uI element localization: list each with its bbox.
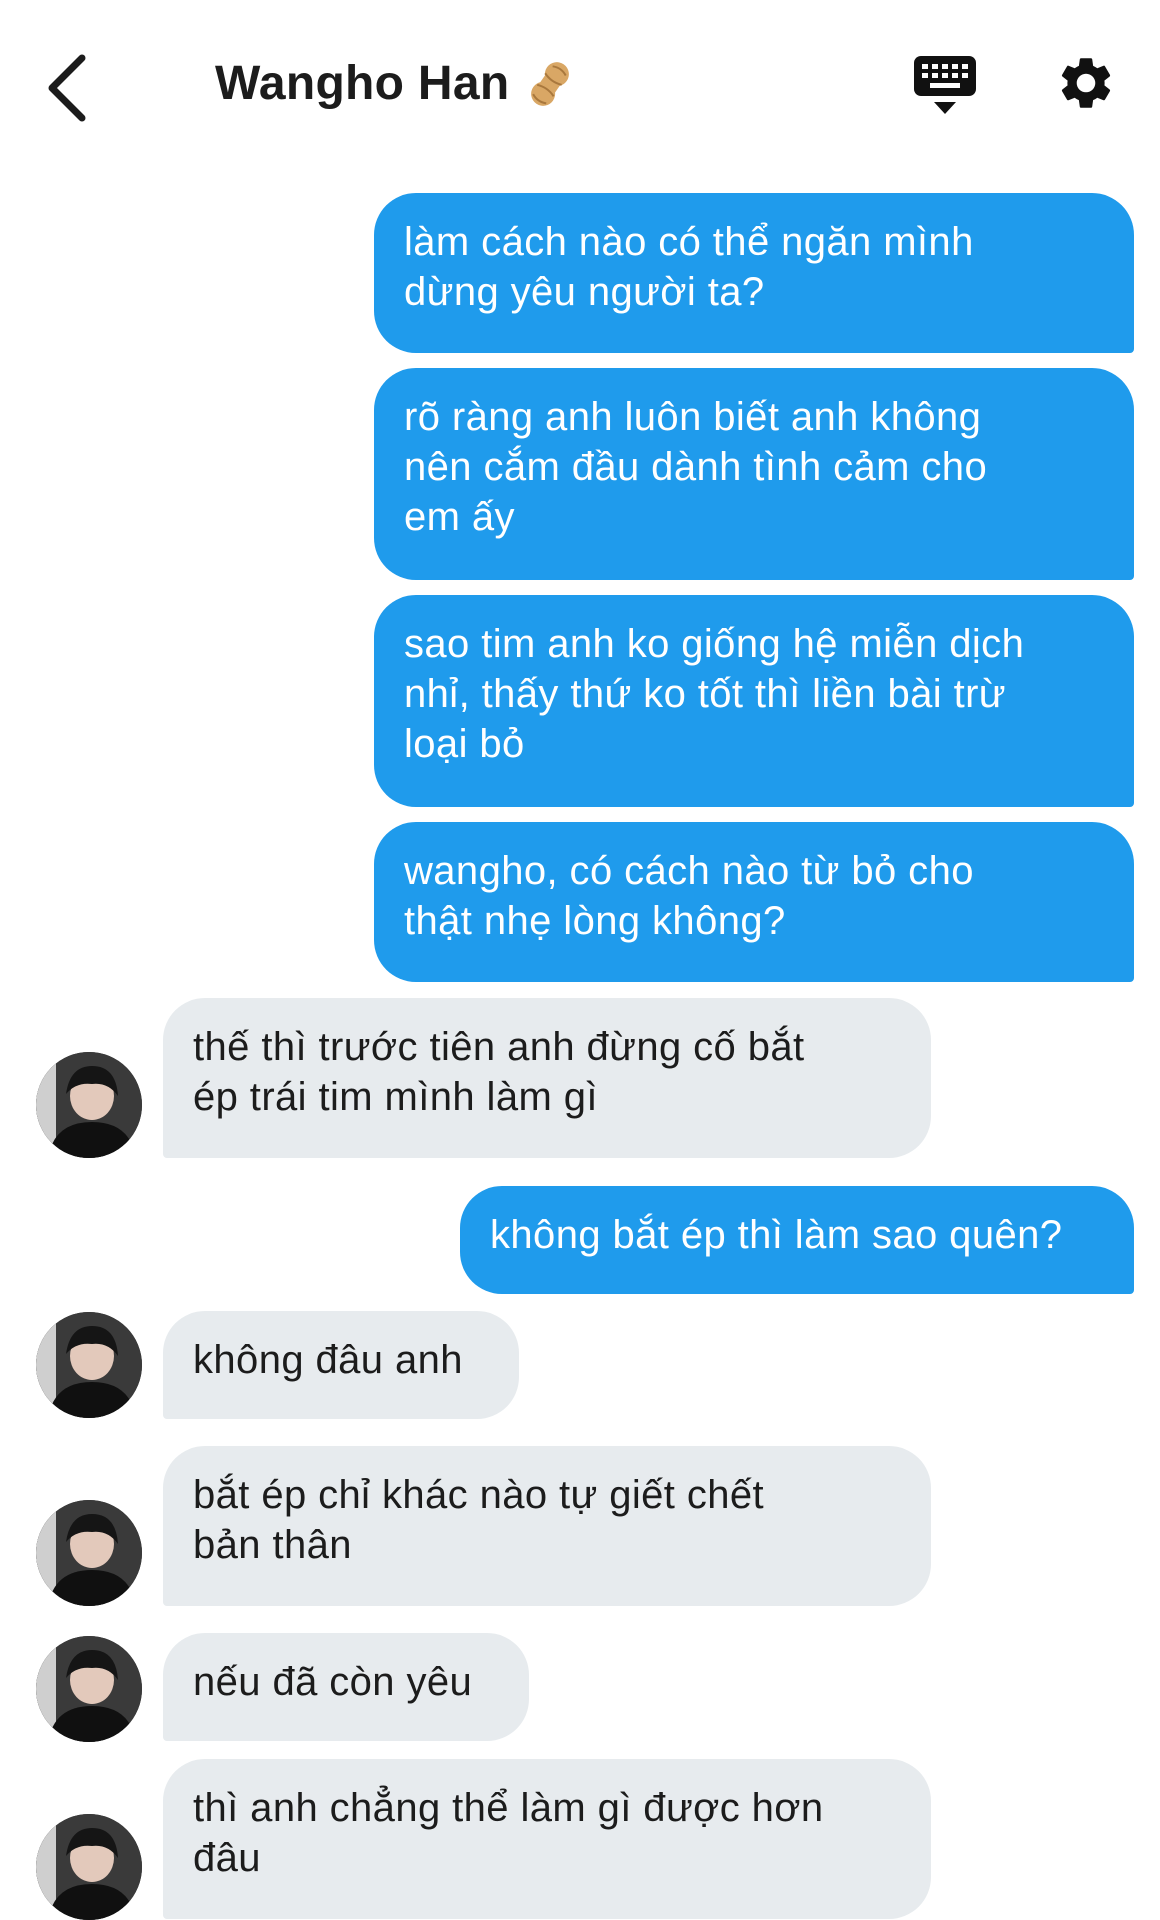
chat-header: Wangho Han [0,0,1160,175]
contact-photo [36,1312,142,1418]
avatar[interactable] [36,1312,142,1418]
received-message[interactable]: nếu đã còn yêu [163,1633,529,1741]
keyboard-icon [914,56,976,114]
peanut-emoji-icon [526,58,574,110]
settings-button[interactable] [1055,52,1117,114]
avatar[interactable] [36,1636,142,1742]
avatar[interactable] [36,1052,142,1158]
contact-title[interactable]: Wangho Han [215,56,574,111]
contact-photo [36,1814,142,1920]
sent-message[interactable]: rõ ràng anh luôn biết anh không nên cắm … [374,368,1134,580]
contact-photo [36,1636,142,1742]
avatar[interactable] [36,1814,142,1920]
chevron-left-icon [48,54,86,122]
contact-name: Wangho Han [215,57,510,110]
received-message[interactable]: thế thì trước tiên anh đừng cố bắt ép tr… [163,998,931,1158]
sent-message[interactable]: không bắt ép thì làm sao quên? [460,1186,1134,1294]
gear-icon [1061,58,1111,108]
contact-photo [36,1500,142,1606]
keyboard-button[interactable] [912,52,978,118]
back-button[interactable] [36,42,116,132]
sent-message[interactable]: làm cách nào có thể ngăn mình dừng yêu n… [374,193,1134,353]
avatar[interactable] [36,1500,142,1606]
sent-message[interactable]: sao tim anh ko giống hệ miễn dịch nhỉ, t… [374,595,1134,807]
received-message[interactable]: thì anh chẳng thể làm gì được hơn đâu [163,1759,931,1919]
contact-photo [36,1052,142,1158]
received-message[interactable]: không đâu anh [163,1311,519,1419]
received-message[interactable]: bắt ép chỉ khác nào tự giết chết bản thâ… [163,1446,931,1606]
sent-message[interactable]: wangho, có cách nào từ bỏ cho thật nhẹ l… [374,822,1134,982]
